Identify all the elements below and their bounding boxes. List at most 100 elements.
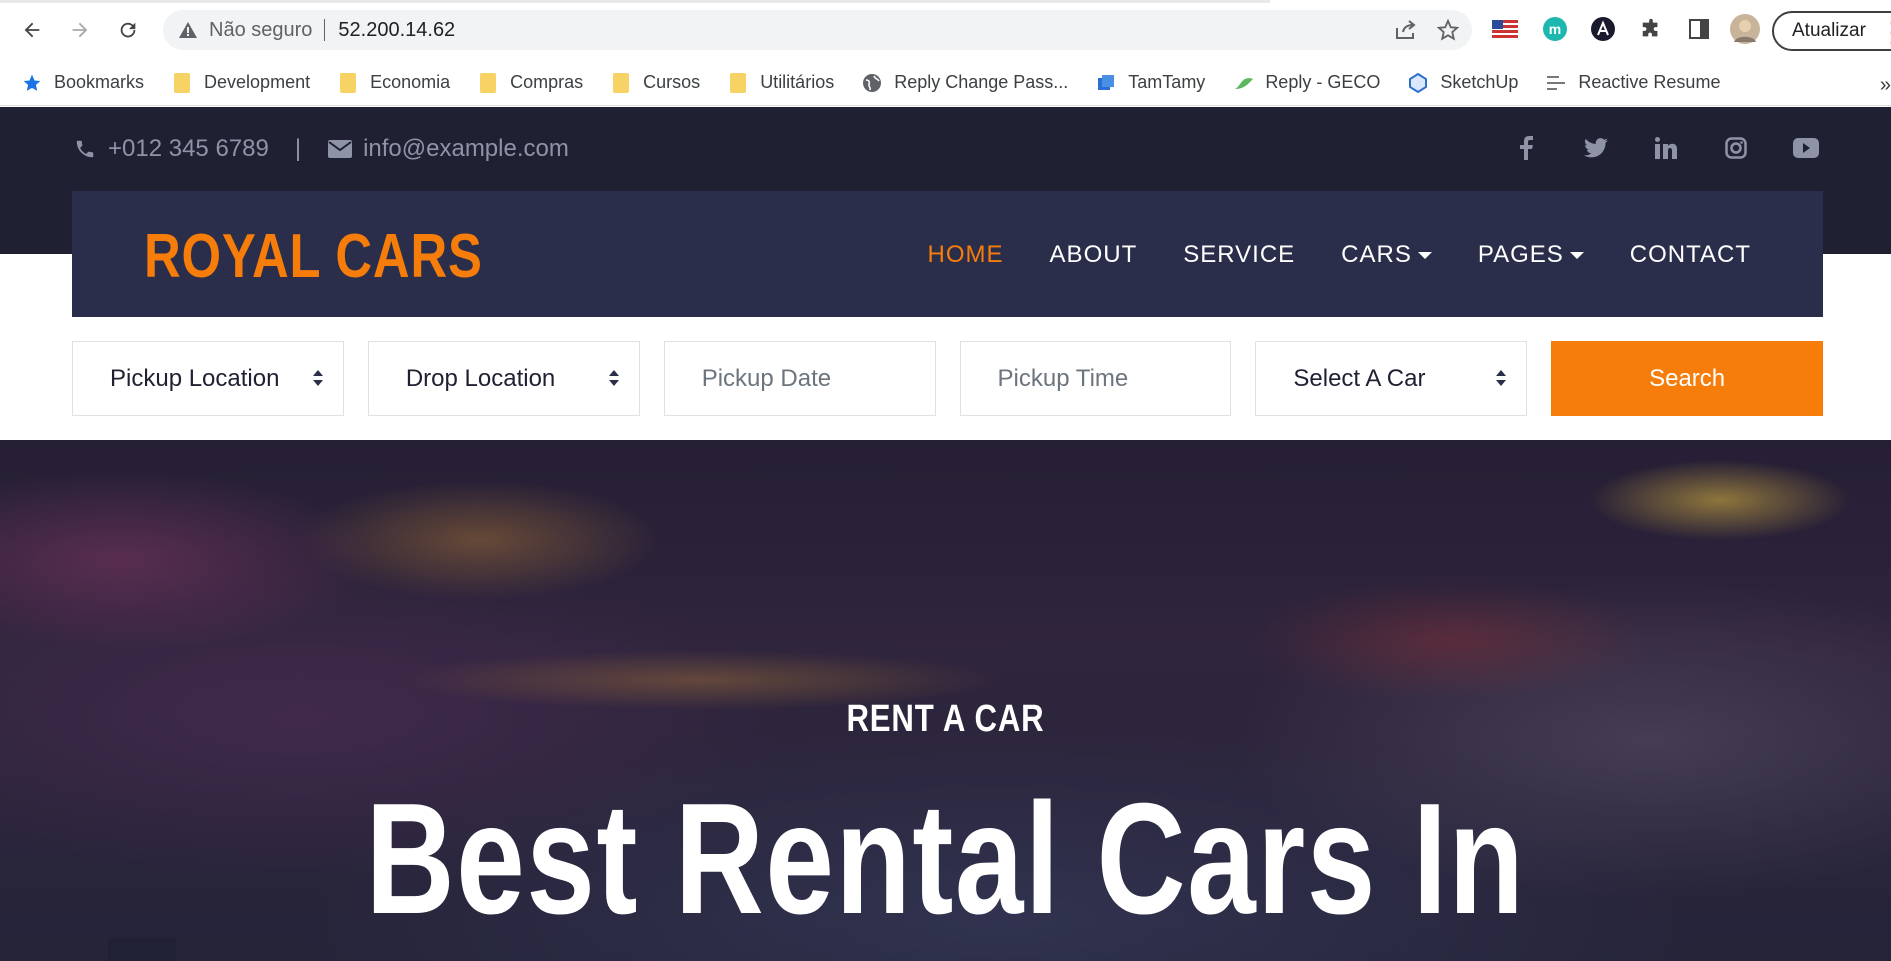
bookmark-label: Development	[204, 72, 311, 92]
folder-icon	[728, 72, 748, 94]
bookmark-item[interactable]: TamTamy	[1096, 72, 1205, 94]
bookmark-label: Reply - GECO	[1265, 72, 1381, 92]
bookmarks-bar: Bookmarks Development Economia Compras C…	[0, 60, 1891, 106]
bookmark-label: Compras	[510, 72, 584, 92]
caret-down-icon	[1569, 251, 1584, 259]
nav-service[interactable]: SERVICE	[1183, 241, 1295, 269]
address-bar[interactable]: Não seguro 52.200.14.62	[163, 10, 1472, 50]
phone-number[interactable]: +012 345 6789	[108, 135, 269, 163]
m-extension-icon[interactable]: m	[1540, 14, 1570, 44]
flag-extension-icon[interactable]	[1490, 14, 1520, 44]
geco-icon	[1233, 72, 1254, 94]
twitter-icon[interactable]	[1583, 135, 1609, 161]
back-icon[interactable]	[14, 12, 50, 48]
bookmark-label: Reply Change Pass...	[894, 72, 1069, 92]
bookmark-label: Cursos	[643, 72, 701, 92]
bookmark-item[interactable]: Reactive Resume	[1546, 72, 1720, 94]
select-arrows-icon	[608, 370, 619, 388]
hero-carousel: RENT A CAR Best Rental Cars In	[0, 440, 1891, 961]
more-bookmarks-icon[interactable]: »	[1880, 74, 1891, 97]
browser-toolbar: Não seguro 52.200.14.62 m Atualizar ···	[0, 0, 1891, 60]
bookmark-label: SketchUp	[1440, 72, 1519, 92]
envelope-icon	[327, 136, 353, 162]
select-arrows-icon	[1496, 370, 1507, 388]
car-select[interactable]: Select A Car	[1255, 341, 1528, 416]
bookmark-item[interactable]: Bookmarks	[22, 72, 144, 94]
brand-logo[interactable]: ROYAL CARS	[144, 221, 483, 292]
contact-info: +012 345 6789 | info@example.com	[72, 135, 569, 163]
bookmark-item[interactable]: SketchUp	[1408, 72, 1518, 94]
search-button[interactable]: Search	[1551, 341, 1824, 416]
security-label[interactable]: Não seguro	[209, 19, 312, 42]
bookmark-folder[interactable]: Utilitários	[728, 72, 834, 94]
pickup-date-input[interactable]: Pickup Date	[663, 341, 936, 416]
share-icon[interactable]	[1392, 16, 1420, 44]
nav-label: HOME	[927, 241, 1004, 268]
bookmark-folder[interactable]: Economia	[338, 72, 450, 94]
resume-icon	[1546, 72, 1566, 94]
bookmark-folder[interactable]: Cursos	[611, 72, 700, 94]
warning-icon[interactable]	[177, 19, 199, 41]
select-value: Drop Location	[405, 364, 556, 392]
sketchup-icon	[1408, 72, 1428, 94]
drop-location-select[interactable]: Drop Location	[367, 341, 640, 416]
nav-menu: HOME ABOUT SERVICE CARS PAGES CONTACT	[928, 241, 1751, 269]
linkedin-icon[interactable]	[1653, 135, 1679, 161]
booking-search-form: Pickup Location Drop Location Pickup Dat…	[72, 341, 1824, 416]
hero-subtitle: RENT A CAR	[846, 698, 1045, 740]
folder-icon	[611, 72, 631, 94]
tamtamy-icon	[1096, 72, 1116, 94]
bookmark-folder[interactable]: Development	[172, 72, 310, 94]
nav-cars-dropdown[interactable]: CARS	[1341, 241, 1432, 269]
a-extension-icon[interactable]	[1588, 14, 1618, 44]
star-icon	[22, 72, 42, 94]
update-button[interactable]: Atualizar ···	[1772, 11, 1891, 54]
carousel-prev-button[interactable]	[108, 938, 176, 961]
bookmark-label: Economia	[370, 72, 451, 92]
social-links	[1513, 135, 1819, 161]
nav-pages-dropdown[interactable]: PAGES	[1478, 241, 1584, 269]
url-text[interactable]: 52.200.14.62	[338, 19, 455, 42]
nav-label: ABOUT	[1049, 241, 1138, 268]
bookmark-item[interactable]: Reply - GECO	[1233, 72, 1380, 94]
nav-contact[interactable]: CONTACT	[1630, 241, 1751, 269]
bookmark-star-icon[interactable]	[1434, 16, 1462, 44]
hero-title: Best Rental Cars In	[365, 771, 1526, 947]
side-panel-icon[interactable]	[1684, 14, 1714, 44]
nav-label: PAGES	[1477, 241, 1564, 268]
caret-down-icon	[1417, 251, 1432, 259]
profile-avatar[interactable]	[1730, 14, 1760, 44]
youtube-icon[interactable]	[1793, 135, 1819, 161]
nav-about[interactable]: ABOUT	[1050, 241, 1138, 269]
pickup-location-select[interactable]: Pickup Location	[72, 341, 344, 416]
bookmark-label: TamTamy	[1128, 72, 1206, 92]
facebook-icon[interactable]	[1513, 135, 1539, 161]
nav-home[interactable]: HOME	[928, 241, 1004, 269]
phone-icon	[72, 136, 98, 162]
select-value: Pickup Location	[110, 364, 280, 392]
svg-text:m: m	[1549, 21, 1561, 37]
nav-label: CONTACT	[1629, 241, 1751, 268]
input-placeholder: Pickup Date	[701, 364, 832, 392]
forward-icon[interactable]	[62, 12, 98, 48]
select-value: Select A Car	[1293, 364, 1426, 392]
main-navbar: ROYAL CARS HOME ABOUT SERVICE CARS PAGES…	[72, 191, 1823, 317]
pickup-time-input[interactable]: Pickup Time	[959, 341, 1232, 416]
input-placeholder: Pickup Time	[997, 364, 1129, 392]
extensions-puzzle-icon[interactable]	[1636, 14, 1666, 44]
nav-label: SERVICE	[1183, 241, 1296, 268]
bookmark-folder[interactable]: Compras	[478, 72, 583, 94]
folder-icon	[172, 72, 192, 94]
globe-icon	[862, 72, 882, 94]
reload-icon[interactable]	[110, 12, 146, 48]
email-address[interactable]: info@example.com	[363, 135, 569, 163]
tab-strip-edge	[0, 0, 1270, 3]
bookmark-item[interactable]: Reply Change Pass...	[862, 72, 1068, 94]
bookmark-label: Utilitários	[760, 72, 835, 92]
bookmark-label: Bookmarks	[54, 72, 145, 92]
nav-label: CARS	[1341, 241, 1412, 268]
address-divider	[324, 19, 326, 41]
instagram-icon[interactable]	[1723, 135, 1749, 161]
update-label: Atualizar	[1792, 20, 1866, 41]
bookmark-label: Reactive Resume	[1578, 72, 1721, 92]
